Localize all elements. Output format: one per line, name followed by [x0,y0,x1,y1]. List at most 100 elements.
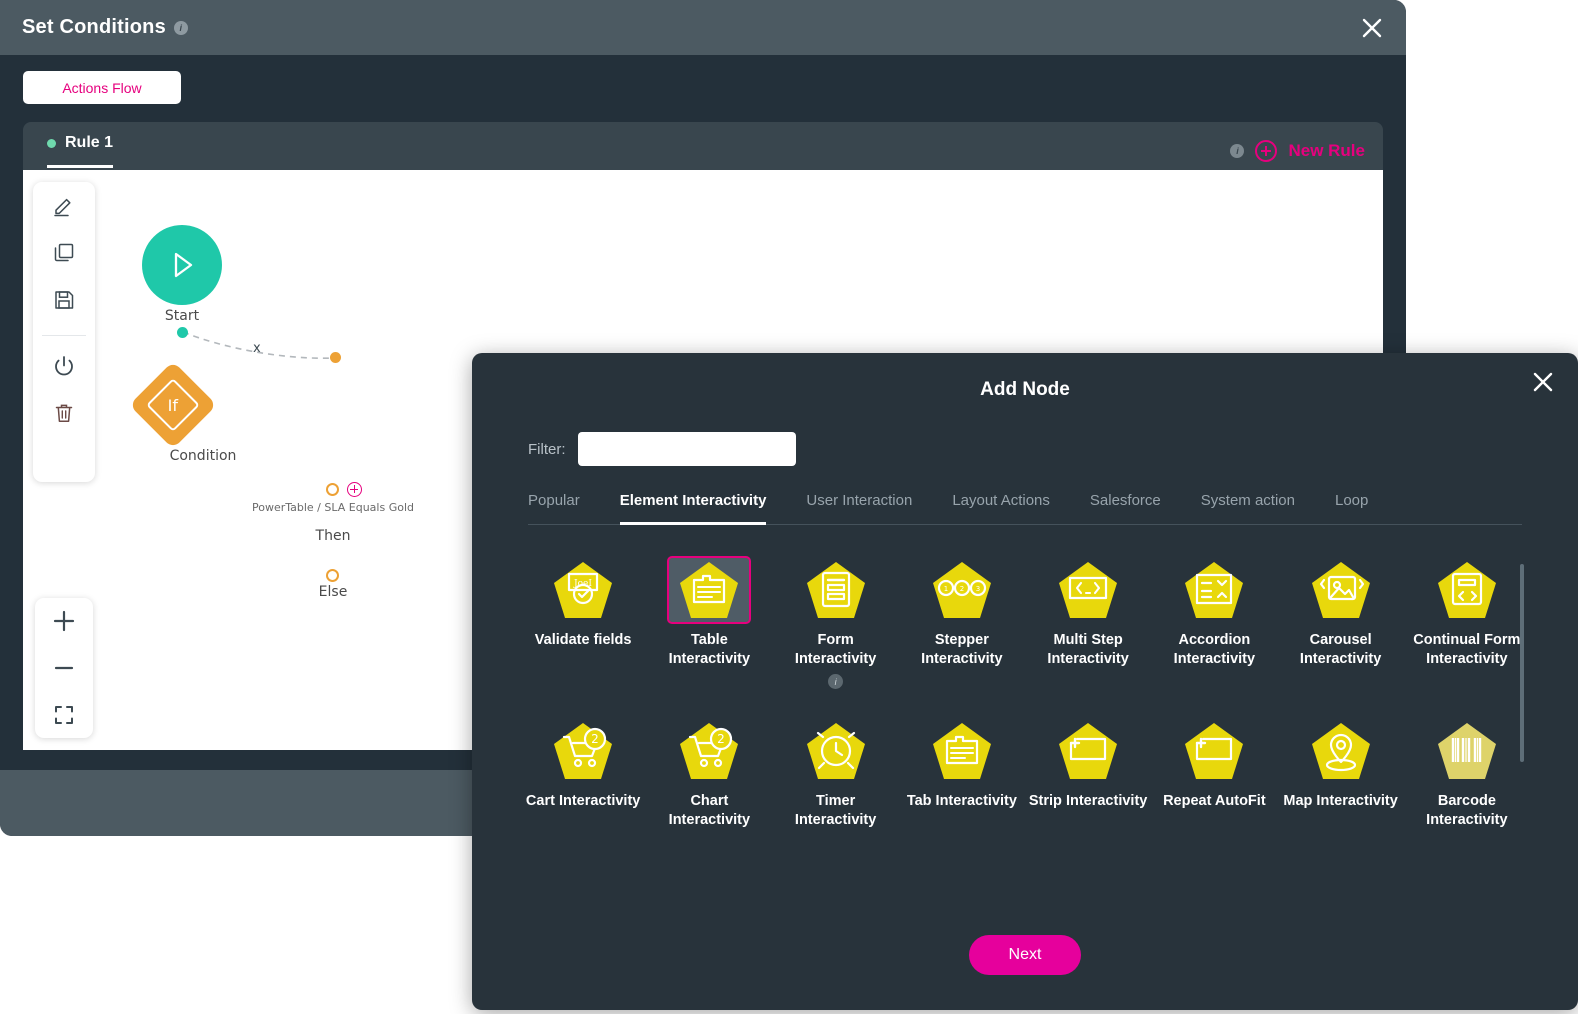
node-option-label: Map Interactivity [1283,793,1398,809]
tab-popular[interactable]: Popular [528,492,580,524]
node-option-map-interactivity[interactable]: Map Interactivity [1278,717,1404,830]
modal-close-button[interactable] [1530,369,1556,395]
node-option-stepper-interactivity[interactable]: 1 2 3 Stepper Interactivity [899,556,1025,689]
carousel-image-icon [1311,562,1370,618]
node-tile-selected[interactable] [667,556,752,624]
node-option-barcode-interactivity[interactable]: Barcode Interactivity [1404,717,1530,830]
node-option-label: Repeat AutoFit [1163,793,1266,809]
tab-system-action[interactable]: System action [1201,492,1295,524]
start-output-port[interactable] [177,327,188,338]
node-option-info-icon[interactable]: i [828,674,844,689]
node-option-carousel-interactivity[interactable]: Carousel Interactivity [1278,556,1404,689]
new-rule-label: New Rule [1288,141,1365,160]
node-option-accordion-interactivity[interactable]: Accordion Interactivity [1151,556,1277,689]
tab-folder-icon [932,723,991,779]
add-node-modal: Add Node Filter: Popular Element Interact… [472,353,1578,1010]
node-option-label: Stepper Interactivity [921,632,1003,667]
page-title: Set Conditions i [22,16,188,39]
node-tile[interactable] [1425,556,1509,624]
node-option-validate-fields[interactable]: JoeI Validate fields [520,556,646,689]
filter-row: Filter: [528,432,796,466]
condition-node-label: Condition [169,448,237,464]
node-option-label: Carousel Interactivity [1299,632,1382,667]
code-brackets-icon [1059,562,1118,618]
node-option-cart-interactivity[interactable]: 2 Cart Interactivity [520,717,646,830]
node-tile[interactable]: 2 [541,717,625,785]
window-close-button[interactable] [1358,14,1386,42]
condition-input-port[interactable] [330,352,341,363]
continual-form-icon [1437,562,1496,618]
node-option-label: Timer Interactivity [794,793,877,828]
node-option-label: Chart Interactivity [668,793,751,828]
modal-scrollbar[interactable] [1520,564,1524,762]
window-header: Set Conditions i [0,0,1406,55]
node-tile[interactable] [1046,717,1130,785]
node-option-label: Cart Interactivity [525,793,641,809]
tab-layout-actions[interactable]: Layout Actions [952,492,1050,524]
node-option-continual-form-interactivity[interactable]: Continual Form Interactivity [1404,556,1530,689]
map-pin-icon [1311,723,1370,779]
node-option-label: Accordion Interactivity [1173,632,1256,667]
node-tile[interactable] [1172,717,1256,785]
else-branch-port[interactable] [326,569,339,582]
then-branch-port[interactable] [326,483,339,496]
condition-glyph: If [167,395,179,415]
play-icon [174,252,193,278]
node-tile[interactable]: 1 2 3 [920,556,1004,624]
node-tile[interactable] [1299,717,1383,785]
node-option-repeat-autofit[interactable]: Repeat AutoFit [1151,717,1277,830]
node-tile[interactable] [920,717,1004,785]
node-option-label: Barcode Interactivity [1426,793,1508,828]
repeat-autofit-icon [1185,723,1244,779]
node-option-chart-interactivity[interactable]: 2 Chart Interactivity [646,717,772,830]
node-option-label: Form Interactivity [794,632,877,667]
actions-flow-tab[interactable]: Actions Flow [23,71,181,104]
node-option-table-interactivity[interactable]: Table Interactivity [646,556,772,689]
node-option-timer-interactivity[interactable]: Timer Interactivity [773,717,899,830]
validate-fields-icon: JoeI [554,562,613,618]
node-option-tab-interactivity[interactable]: Tab Interactivity [899,717,1025,830]
edge-label: x [253,341,261,356]
next-button[interactable]: Next [969,935,1081,975]
node-option-form-interactivity[interactable]: Form Interactivity i [773,556,899,689]
then-label: Then [315,528,351,544]
node-option-label: Tab Interactivity [906,793,1017,809]
svg-text:3: 3 [976,585,980,593]
page-title-text: Set Conditions [22,16,166,38]
modal-title: Add Node [980,379,1070,400]
tab-rule-1[interactable]: Rule 1 [47,134,114,168]
tab-loop[interactable]: Loop [1335,492,1368,524]
rule-status-dot [47,138,56,148]
filter-input[interactable] [577,432,796,466]
node-tile[interactable] [794,717,878,785]
barcode-icon [1437,723,1496,779]
svg-text:2: 2 [718,732,726,746]
tab-element-interactivity[interactable]: Element Interactivity [619,492,766,525]
tab-salesforce[interactable]: Salesforce [1090,492,1161,524]
cart-badge-icon: 2 [680,723,739,779]
start-node-label: Start [164,308,200,324]
rule-tab-label: Rule 1 [65,134,114,151]
close-icon [1533,372,1553,392]
node-tile[interactable] [1046,556,1130,624]
node-tile[interactable]: 2 [667,717,751,785]
new-rule-button[interactable]: i New Rule [1230,140,1365,162]
title-info-icon[interactable]: i [173,20,188,35]
flow-node-start[interactable] [142,225,222,305]
node-tile[interactable] [1299,556,1383,624]
svg-text:1: 1 [944,585,948,593]
node-tile[interactable] [1425,717,1509,785]
node-option-label: Continual Form Interactivity [1413,632,1521,667]
node-option-multi-step-interactivity[interactable]: Multi Step Interactivity [1025,556,1151,689]
node-option-strip-interactivity[interactable]: Strip Interactivity [1025,717,1151,830]
svg-text:2: 2 [591,732,599,746]
new-rule-info-icon[interactable]: i [1230,144,1245,158]
tab-user-interaction[interactable]: User Interaction [806,492,912,524]
node-tile[interactable] [1172,556,1256,624]
node-option-label: Strip Interactivity [1028,793,1148,809]
node-tile[interactable]: JoeI [541,556,625,624]
add-then-node-icon[interactable] [347,482,362,497]
node-tile[interactable] [794,556,878,624]
close-icon [1362,18,1382,38]
filter-label: Filter: [528,440,566,458]
